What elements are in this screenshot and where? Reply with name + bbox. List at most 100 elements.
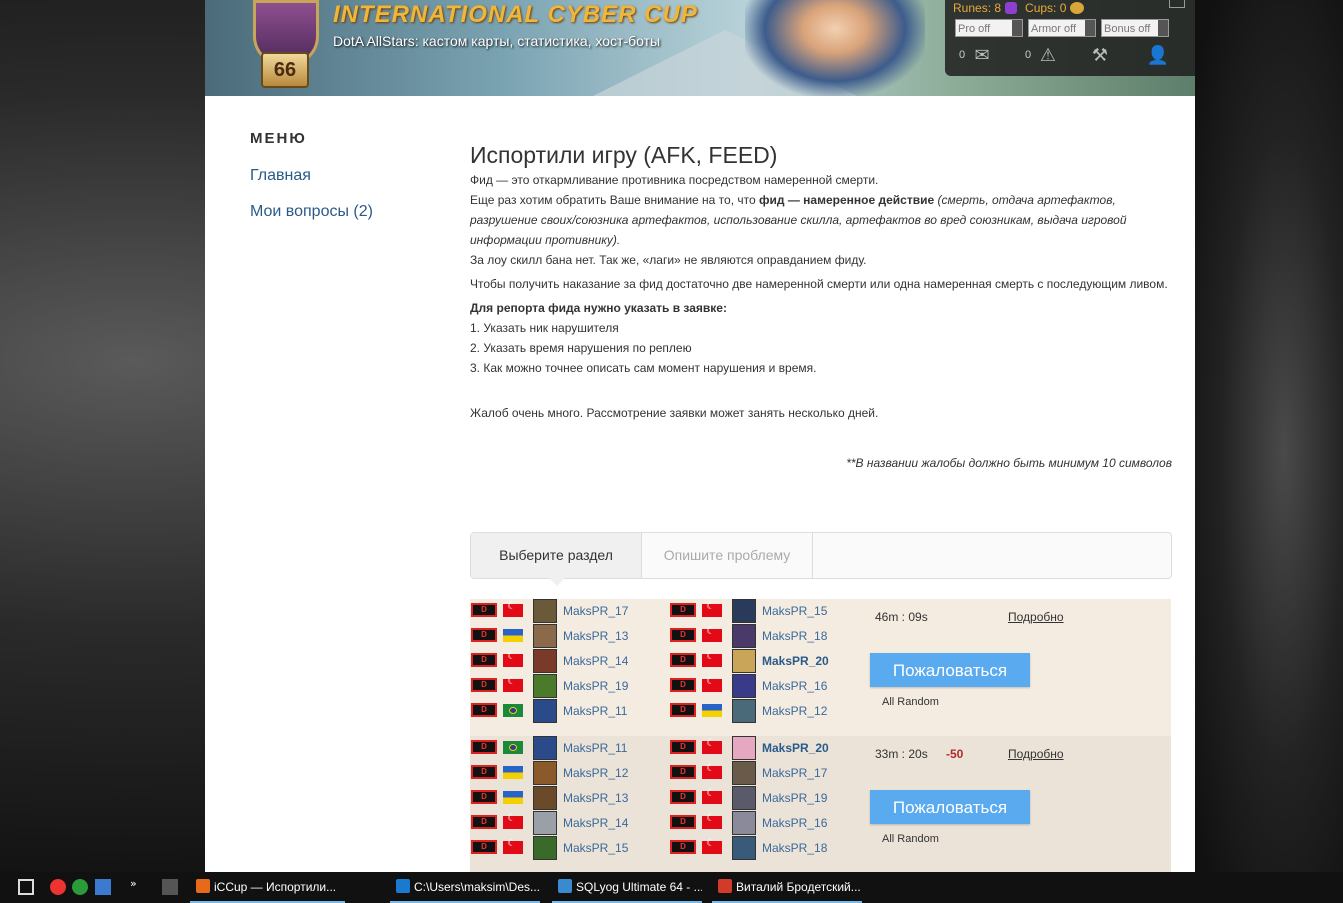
player-name-link[interactable]: MaksPR_13 <box>563 788 628 808</box>
player-status-icon: D <box>471 653 497 667</box>
report-requirements-title: Для репорта фида нужно указать в заявке: <box>470 301 727 315</box>
country-flag-icon <box>702 651 722 667</box>
menu-item-my-questions[interactable]: Мои вопросы (2) <box>250 202 373 222</box>
player-status-icon: D <box>670 628 696 642</box>
player-status-icon: D <box>670 653 696 667</box>
window-title: C:\Users\maksim\Des... <box>414 880 540 894</box>
player-name-link[interactable]: MaksPR_17 <box>762 763 827 783</box>
hero-portrait <box>533 699 557 723</box>
player-name-link[interactable]: MaksPR_16 <box>762 813 827 833</box>
country-flag-icon <box>702 676 722 692</box>
player-row: D MaksPR_15 <box>470 836 660 860</box>
country-flag-icon <box>503 741 523 754</box>
complain-button[interactable]: Пожаловаться <box>870 790 1030 824</box>
alerts-count: 0 <box>1025 49 1032 61</box>
country-flag-icon <box>503 651 523 667</box>
hero-portrait <box>732 624 756 648</box>
player-name-link[interactable]: MaksPR_13 <box>563 626 628 646</box>
player-status-icon: D <box>670 703 696 717</box>
details-link[interactable]: Подробно <box>1008 744 1064 764</box>
title-length-note: **В названии жалобы должно быть минимум … <box>846 456 1172 470</box>
pro-toggle[interactable]: Pro off <box>955 19 1023 37</box>
player-status-icon: D <box>670 790 696 804</box>
taskbar-window-button[interactable]: SQLyog Ultimate 64 - ... <box>552 872 702 903</box>
overflow-chevron-icon[interactable]: » <box>130 878 146 895</box>
level-badge: 66 <box>261 52 309 88</box>
explorer-icon[interactable] <box>95 879 111 895</box>
messages-count: 0 <box>959 49 966 61</box>
window-title: SQLyog Ultimate 64 - ... <box>576 880 702 894</box>
level-emblem[interactable]: 66 <box>243 0 323 88</box>
player-name-link[interactable]: MaksPR_12 <box>762 701 827 721</box>
player-status-icon: D <box>670 740 696 754</box>
player-name-link[interactable]: MaksPR_12 <box>563 763 628 783</box>
player-row: D MaksPR_19 <box>669 786 859 810</box>
player-row: D MaksPR_14 <box>470 811 660 835</box>
site-container: 66 INTERNATIONAL CYBER CUP DotA AllStars… <box>205 0 1195 872</box>
complain-button[interactable]: Пожаловаться <box>870 653 1030 687</box>
dota-icon[interactable] <box>162 879 178 895</box>
player-name-link[interactable]: MaksPR_20 <box>762 738 829 758</box>
logout-icon[interactable] <box>1169 0 1185 8</box>
player-name-link[interactable]: MaksPR_11 <box>563 701 627 721</box>
player-name-link[interactable]: MaksPR_17 <box>563 601 628 621</box>
player-row: D MaksPR_18 <box>669 836 859 860</box>
player-name-link[interactable]: MaksPR_14 <box>563 651 628 671</box>
player-row: D MaksPR_11 <box>470 736 660 760</box>
player-status-icon: D <box>471 840 497 854</box>
player-name-link[interactable]: MaksPR_11 <box>563 738 627 758</box>
taskbar-window-button[interactable]: iCCup — Испортили... <box>190 872 345 903</box>
page-title: Испортили игру (AFK, FEED) <box>470 142 778 168</box>
warning-icon[interactable]: ⚠ <box>1035 46 1061 66</box>
article: Испортили игру (AFK, FEED) Фид — это отк… <box>470 140 1172 473</box>
player-name-link[interactable]: MaksPR_20 <box>762 651 829 671</box>
player-row: D MaksPR_20 <box>669 649 859 673</box>
opera-icon[interactable] <box>50 879 66 895</box>
player-name-link[interactable]: MaksPR_16 <box>762 676 827 696</box>
site-title[interactable]: INTERNATIONAL CYBER CUP <box>333 0 698 30</box>
tools-icon[interactable]: ⚒ <box>1087 46 1113 66</box>
country-flag-icon <box>503 813 523 829</box>
player-name-link[interactable]: MaksPR_15 <box>563 838 628 858</box>
details-link[interactable]: Подробно <box>1008 607 1064 627</box>
player-name-link[interactable]: MaksPR_19 <box>563 676 628 696</box>
country-flag-icon <box>702 763 722 779</box>
bonus-toggle[interactable]: Bonus off <box>1101 19 1169 37</box>
app-icon[interactable] <box>72 879 88 895</box>
hero-portrait <box>533 649 557 673</box>
taskbar-window-button[interactable]: C:\Users\maksim\Des... <box>390 872 540 903</box>
hero-portrait <box>732 649 756 673</box>
player-row: D MaksPR_11 <box>470 699 660 723</box>
user-icon[interactable]: 👤 <box>1145 46 1171 66</box>
player-status-icon: D <box>670 840 696 854</box>
step-2: 2. Указать время нарушения по реплею <box>470 341 692 355</box>
player-row: D MaksPR_12 <box>470 761 660 785</box>
tab-choose-section[interactable]: Выберите раздел <box>471 533 642 578</box>
site-header: 66 INTERNATIONAL CYBER CUP DotA AllStars… <box>205 0 1195 96</box>
player-name-link[interactable]: MaksPR_18 <box>762 838 827 858</box>
feed-definition: Фид — это откармливание противника посре… <box>470 173 879 187</box>
player-name-link[interactable]: MaksPR_19 <box>762 788 827 808</box>
player-row: D MaksPR_14 <box>470 649 660 673</box>
hero-portrait <box>533 736 557 760</box>
armor-toggle[interactable]: Armor off <box>1028 19 1096 37</box>
player-status-icon: D <box>471 678 497 692</box>
window-app-icon <box>396 879 410 893</box>
windows-taskbar: » iCCup — Испортили... C:\Users\maksim\De… <box>0 872 1343 903</box>
user-panel: Runes: 8 Cups: 0 Pro off Armor off Bonus … <box>945 0 1195 76</box>
mail-icon[interactable]: ✉ <box>969 46 995 66</box>
player-name-link[interactable]: MaksPR_18 <box>762 626 827 646</box>
tab-describe-problem[interactable]: Опишите проблему <box>642 533 813 578</box>
player-name-link[interactable]: MaksPR_15 <box>762 601 827 621</box>
hero-portrait <box>533 811 557 835</box>
country-flag-icon <box>503 629 523 642</box>
step-1: 1. Указать ник нарушителя <box>470 321 619 335</box>
player-status-icon: D <box>471 703 497 717</box>
game-row: D MaksPR_11 D MaksPR_12 D MaksPR_13 D MaksPR_14… <box>470 736 1171 872</box>
task-view-icon[interactable] <box>18 879 34 895</box>
menu-item-home[interactable]: Главная <box>250 166 311 186</box>
country-flag-icon <box>503 791 523 804</box>
game-duration: 46m : 09s <box>875 610 928 624</box>
taskbar-window-button[interactable]: Виталий Бродетский... <box>712 872 862 903</box>
player-name-link[interactable]: MaksPR_14 <box>563 813 628 833</box>
